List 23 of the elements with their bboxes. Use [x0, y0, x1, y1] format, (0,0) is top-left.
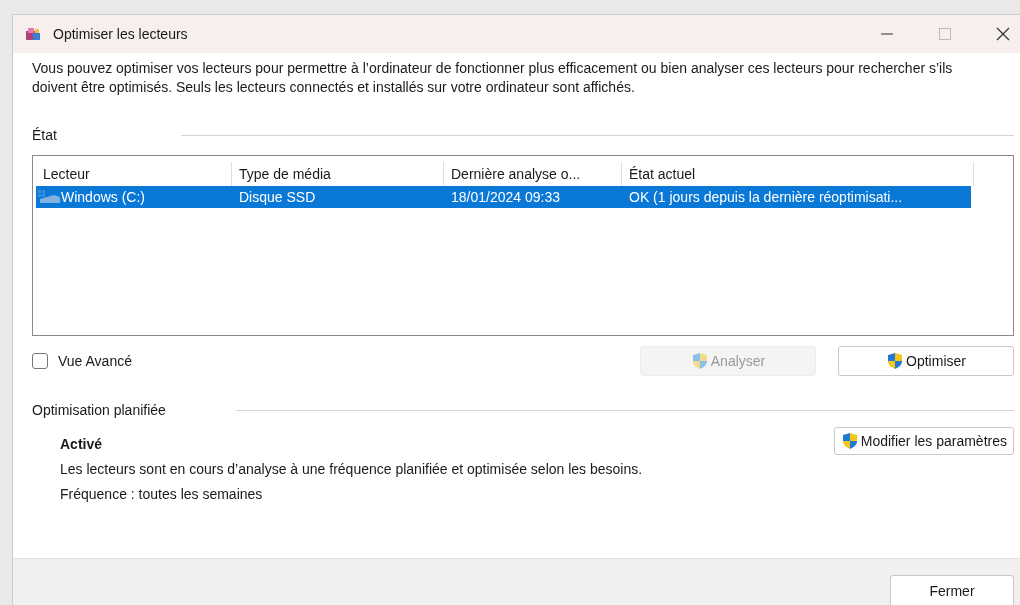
- drive-icon: [38, 189, 60, 205]
- schedule-frequency: Fréquence : toutes les semaines: [60, 485, 264, 504]
- section-label: État: [32, 127, 57, 143]
- table-cell-text: OK (1 jours depuis la dernière réoptimisati...: [628, 188, 904, 207]
- app-icon: [25, 26, 41, 42]
- close-icon[interactable]: [996, 27, 1010, 41]
- action-button[interactable]: Optimiser: [838, 346, 1014, 376]
- checkbox-label: Vue Avancé: [58, 353, 132, 369]
- section-label: Optimisation planifiée: [32, 402, 166, 418]
- close-button[interactable]: Fermer: [890, 575, 1014, 605]
- settings-button[interactable]: Modifier les paramètres: [833, 427, 1014, 455]
- table-cell-text: Disque SSD: [238, 188, 317, 207]
- schedule-status: Activé: [60, 435, 104, 454]
- table-cell-text: Windows (C:): [61, 188, 145, 207]
- table-cell-text: 18/01/2024 09:33: [450, 188, 561, 207]
- checkbox[interactable]: [32, 353, 48, 369]
- window-title: Optimiser les lecteurs: [53, 26, 188, 42]
- table-row[interactable]: Windows (C:) Disque SSD 18/01/2024 09:33 OK (1 jours depuis la dernière réoptimisati...: [36, 186, 971, 208]
- shield-icon: [840, 432, 859, 450]
- shield-icon: [690, 352, 709, 370]
- description-text: Vous pouvez optimiser vos lecteurs pour permettre à l’ordinateur de fonctionner plus efficacement ou bien analyser ces lecteurs pour rechercher s’ils doivent être optimisés. Seuls les lecteurs connectés et installés sur votre ordinateur sont affichés.: [32, 59, 954, 97]
- schedule-description: Les lecteurs sont en cours d’analyse à une fréquence planifiée et optimisée selon les besoins.: [60, 460, 643, 479]
- shield-icon: [886, 352, 905, 370]
